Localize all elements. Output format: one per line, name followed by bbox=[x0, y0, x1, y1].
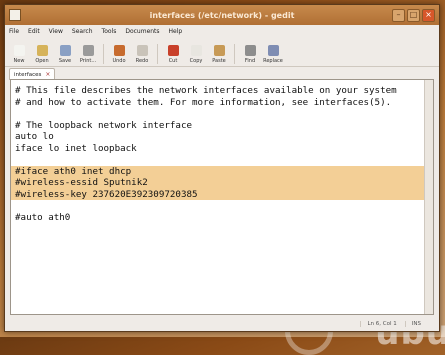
redo-icon bbox=[136, 45, 148, 56]
open-button[interactable]: Open bbox=[32, 45, 52, 64]
code-line[interactable] bbox=[11, 200, 433, 212]
menu-help[interactable]: Help bbox=[169, 28, 183, 35]
menu-edit[interactable]: Edit bbox=[28, 28, 40, 35]
close-button[interactable]: × bbox=[422, 9, 435, 22]
print-icon bbox=[82, 45, 94, 56]
code-area[interactable]: # This file describes the network interf… bbox=[11, 80, 433, 223]
find-button[interactable]: Find bbox=[240, 45, 260, 64]
code-line[interactable] bbox=[11, 108, 433, 120]
open-folder-icon bbox=[36, 45, 48, 56]
new-file-icon bbox=[13, 45, 25, 56]
code-line[interactable]: #auto ath0 bbox=[11, 212, 433, 224]
code-line[interactable]: #iface ath0 inet dhcp bbox=[11, 165, 433, 177]
save-button[interactable]: Save bbox=[55, 45, 75, 64]
code-line[interactable]: # and how to activate them. For more inf… bbox=[11, 97, 433, 109]
toolbar: New Open Save Print... Undo Redo Cut Cop… bbox=[5, 38, 439, 67]
toolbar-separator bbox=[234, 44, 235, 64]
save-icon bbox=[59, 45, 71, 56]
code-line[interactable]: # The loopback network interface bbox=[11, 120, 433, 132]
undo-button[interactable]: Undo bbox=[109, 45, 129, 64]
paste-button[interactable]: Paste bbox=[209, 45, 229, 64]
tab-label: interfaces bbox=[14, 71, 42, 78]
toolbar-separator bbox=[103, 44, 104, 64]
cut-button[interactable]: Cut bbox=[163, 45, 183, 64]
redo-button[interactable]: Redo bbox=[132, 45, 152, 64]
paste-icon bbox=[213, 45, 225, 56]
tab-close-icon[interactable]: × bbox=[45, 71, 50, 78]
replace-icon bbox=[267, 45, 279, 56]
code-line[interactable]: iface lo inet loopback bbox=[11, 143, 433, 155]
toolbar-separator bbox=[157, 44, 158, 64]
maximize-button[interactable]: □ bbox=[407, 9, 420, 22]
menu-search[interactable]: Search bbox=[72, 28, 93, 35]
replace-button[interactable]: Replace bbox=[263, 45, 283, 64]
menu-file[interactable]: File bbox=[9, 28, 19, 35]
code-line[interactable]: #wireless-key 237620E392309720385 bbox=[11, 188, 433, 200]
print-button[interactable]: Print... bbox=[78, 45, 98, 64]
undo-icon bbox=[113, 45, 125, 56]
code-line[interactable] bbox=[11, 154, 433, 166]
window-controls: – □ × bbox=[392, 9, 435, 22]
gedit-window: interfaces (/etc/network) - gedit – □ × … bbox=[4, 4, 440, 332]
status-bar: Ln 6, Col 1 INS bbox=[5, 316, 439, 331]
minimize-button[interactable]: – bbox=[392, 9, 405, 22]
menu-documents[interactable]: Documents bbox=[125, 28, 159, 35]
cut-icon bbox=[167, 45, 179, 56]
menu-tools[interactable]: Tools bbox=[102, 28, 117, 35]
window-title: interfaces (/etc/network) - gedit bbox=[149, 10, 295, 20]
menu-bar: File Edit View Search Tools Documents He… bbox=[5, 25, 439, 38]
code-line[interactable]: auto lo bbox=[11, 131, 433, 143]
cursor-position: Ln 6, Col 1 bbox=[360, 320, 397, 327]
text-editor[interactable]: # This file describes the network interf… bbox=[10, 79, 434, 315]
code-line[interactable]: # This file describes the network interf… bbox=[11, 85, 433, 97]
new-button[interactable]: New bbox=[9, 45, 29, 64]
insert-mode: INS bbox=[404, 320, 421, 327]
code-line[interactable]: #wireless-essid Sputnik2 bbox=[11, 177, 433, 189]
find-icon bbox=[244, 45, 256, 56]
title-bar[interactable]: interfaces (/etc/network) - gedit – □ × bbox=[5, 5, 439, 25]
vertical-scrollbar[interactable] bbox=[424, 80, 433, 314]
menu-view[interactable]: View bbox=[49, 28, 63, 35]
copy-icon bbox=[190, 45, 202, 56]
copy-button[interactable]: Copy bbox=[186, 45, 206, 64]
